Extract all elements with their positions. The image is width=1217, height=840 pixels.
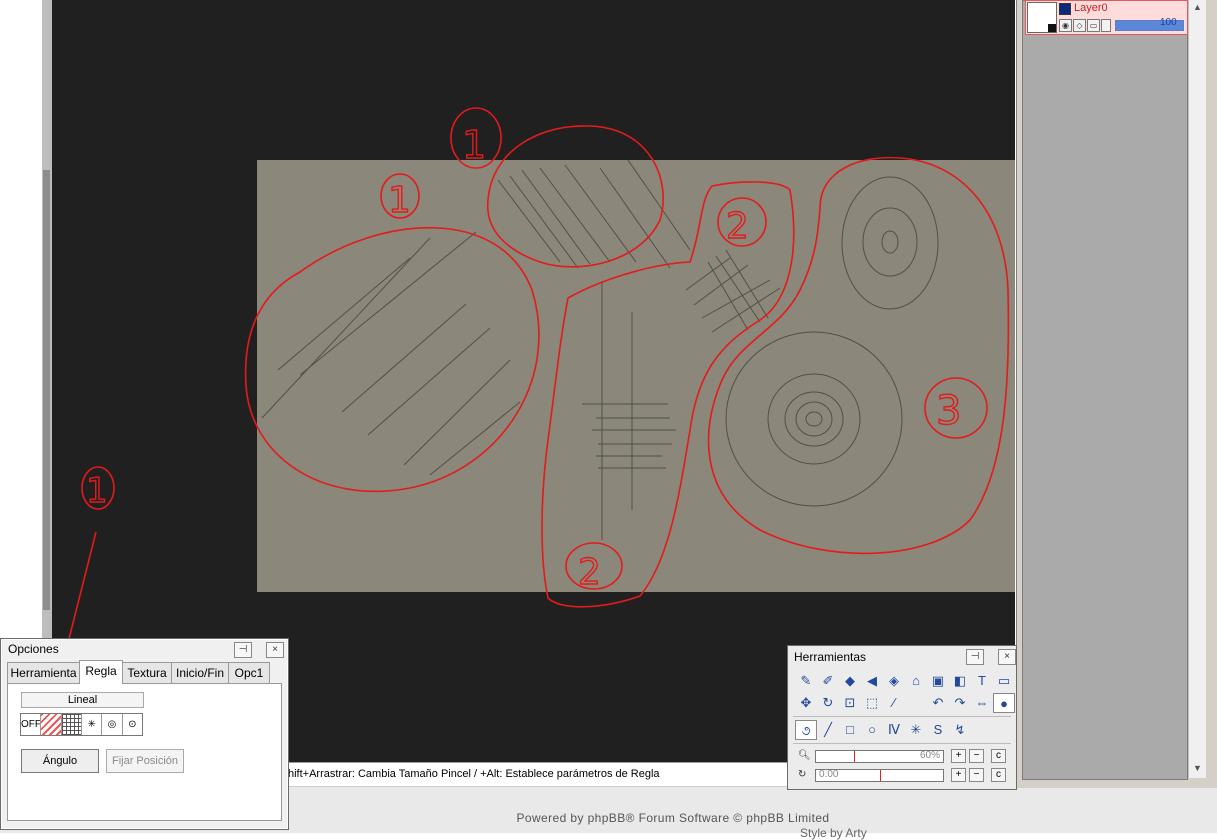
move-icon[interactable]: ✥ bbox=[795, 693, 817, 713]
ellipse-icon[interactable]: ○ bbox=[861, 720, 883, 740]
rotation-slider-marker bbox=[879, 770, 881, 781]
status-text: hift+Arrastrar: Cambia Tamaño Pincel / +… bbox=[288, 768, 660, 780]
ruler-mode-select[interactable]: Lineal bbox=[21, 692, 144, 708]
tools-row-2: ✥ ↻ ⊡ ⬚ ⁄ ↶ ↷ ⇔ ● bbox=[795, 693, 1015, 713]
layer-opacity-value: 100 bbox=[1160, 17, 1177, 28]
zoom-slider-marker bbox=[854, 751, 856, 762]
eraser-icon[interactable]: ◀ bbox=[861, 671, 883, 691]
bucket-icon[interactable]: ⌂ bbox=[905, 671, 927, 691]
pen-icon[interactable]: ✎ bbox=[795, 671, 817, 691]
zoom-value: 60% bbox=[919, 750, 940, 761]
tools-separator bbox=[793, 716, 1011, 717]
rotate-icon[interactable]: ↻ bbox=[817, 693, 839, 713]
polyline-icon[interactable]: Ⅳ bbox=[883, 720, 905, 740]
scroll-up-icon[interactable]: ▲ bbox=[1193, 2, 1202, 12]
eyedropper-icon[interactable]: ⁄ bbox=[883, 693, 905, 713]
pin-icon[interactable]: ⊣ bbox=[966, 649, 984, 665]
layer-color-swatch bbox=[1048, 24, 1056, 32]
tools-panel-title: Herramientas bbox=[794, 650, 867, 664]
layer-lock-icon[interactable]: ◇ bbox=[1073, 19, 1086, 32]
line-icon[interactable]: ╱ bbox=[817, 720, 839, 740]
zoom-reset-button[interactable]: c bbox=[991, 749, 1006, 763]
brush-icon[interactable]: ✐ bbox=[817, 671, 839, 691]
left-scrollbar-thumb[interactable] bbox=[43, 170, 50, 610]
rotate-ccw-button[interactable]: + bbox=[951, 768, 966, 782]
tools-row-1: ✎ ✐ ◆ ◀ ◈ ⌂ ▣ ◧ T ▭ bbox=[795, 671, 1015, 691]
options-tabs: Herramienta Regla Textura Inicio/Fin Opc… bbox=[7, 660, 277, 684]
curve-icon[interactable]: S bbox=[927, 720, 949, 740]
undo-icon[interactable]: ↶ bbox=[927, 693, 949, 713]
ruler-type-selector: OFF ✳ ◎ ⊙ bbox=[20, 713, 143, 736]
layer-color-icon[interactable] bbox=[1059, 3, 1071, 15]
zoom-slider[interactable]: 60% bbox=[815, 750, 944, 763]
rotation-value: 0.00 bbox=[819, 769, 839, 780]
tab-textura[interactable]: Textura bbox=[122, 662, 172, 683]
layer-clip-checkbox[interactable] bbox=[1101, 19, 1111, 32]
tools-separator bbox=[793, 743, 1011, 744]
pin-icon[interactable]: ⊣ bbox=[234, 642, 252, 658]
close-icon[interactable]: × bbox=[998, 649, 1016, 665]
layer-panel[interactable] bbox=[1022, 0, 1188, 780]
rotate-cw-button[interactable]: − bbox=[969, 768, 984, 782]
layer-visibility-icon[interactable]: ◉ bbox=[1059, 19, 1072, 32]
rotation-icon: ↻ bbox=[798, 769, 807, 780]
ruler-radial-icon[interactable]: ✳ bbox=[82, 714, 103, 735]
transform-icon[interactable]: ⊡ bbox=[839, 693, 861, 713]
marquee-icon[interactable]: ⬚ bbox=[861, 693, 883, 713]
gradient-icon[interactable]: ◧ bbox=[949, 671, 971, 691]
ruler-grid-icon[interactable] bbox=[61, 714, 82, 735]
ruler-parallel-icon[interactable] bbox=[41, 714, 62, 735]
scroll-down-icon[interactable]: ▼ bbox=[1193, 763, 1202, 773]
ruler-icon[interactable]: ▭ bbox=[993, 671, 1015, 691]
rotation-reset-button[interactable]: c bbox=[991, 768, 1006, 782]
tab-regla[interactable]: Regla bbox=[79, 660, 123, 684]
close-icon[interactable]: × bbox=[266, 642, 284, 658]
redo-icon[interactable]: ↷ bbox=[949, 693, 971, 713]
airbrush-icon[interactable]: ◆ bbox=[839, 671, 861, 691]
lasso-icon[interactable]: ↯ bbox=[949, 720, 971, 740]
ruler-ellipse-icon[interactable]: ⊙ bbox=[123, 714, 142, 735]
layer-thumbnail[interactable] bbox=[1027, 2, 1057, 33]
angle-button[interactable]: Ángulo bbox=[21, 749, 99, 773]
fill-icon[interactable]: ◈ bbox=[883, 671, 905, 691]
zoom-in-button[interactable]: + bbox=[951, 749, 966, 763]
ruler-off-button[interactable]: OFF bbox=[21, 714, 42, 735]
layer-name[interactable]: Layer0 bbox=[1074, 2, 1108, 14]
freehand-icon[interactable]: ૭ bbox=[795, 720, 817, 740]
text-icon[interactable]: T bbox=[971, 671, 993, 691]
select-icon[interactable]: ▣ bbox=[927, 671, 949, 691]
radial-icon[interactable]: ✳ bbox=[905, 720, 927, 740]
layer-folder-icon[interactable]: ▭ bbox=[1087, 19, 1100, 32]
rotation-slider[interactable]: 0.00 bbox=[815, 769, 944, 782]
flip-icon[interactable]: ⇔ bbox=[971, 693, 993, 713]
zoom-icon: 🔍︎ bbox=[798, 750, 811, 761]
options-panel-title: Opciones bbox=[8, 642, 59, 656]
tab-inicio-fin[interactable]: Inicio/Fin bbox=[171, 662, 229, 683]
snap-icon[interactable]: ● bbox=[993, 693, 1015, 713]
tools-row-3: ૭ ╱ □ ○ Ⅳ ✳ S ↯ bbox=[795, 720, 971, 740]
page-margin bbox=[0, 0, 42, 638]
footer-style-by[interactable]: Style by Arty bbox=[800, 826, 867, 840]
fix-position-button[interactable]: Fijar Posición bbox=[106, 749, 184, 773]
zoom-out-button[interactable]: − bbox=[969, 749, 984, 763]
layer-scrollbar[interactable]: ▲ ▼ bbox=[1188, 0, 1206, 778]
drawing-canvas[interactable] bbox=[257, 160, 1015, 592]
rectangle-icon[interactable]: □ bbox=[839, 720, 861, 740]
tab-opc1[interactable]: Opc1 bbox=[228, 662, 270, 683]
ruler-concentric-icon[interactable]: ◎ bbox=[102, 714, 123, 735]
tab-herramienta[interactable]: Herramienta bbox=[7, 662, 80, 683]
